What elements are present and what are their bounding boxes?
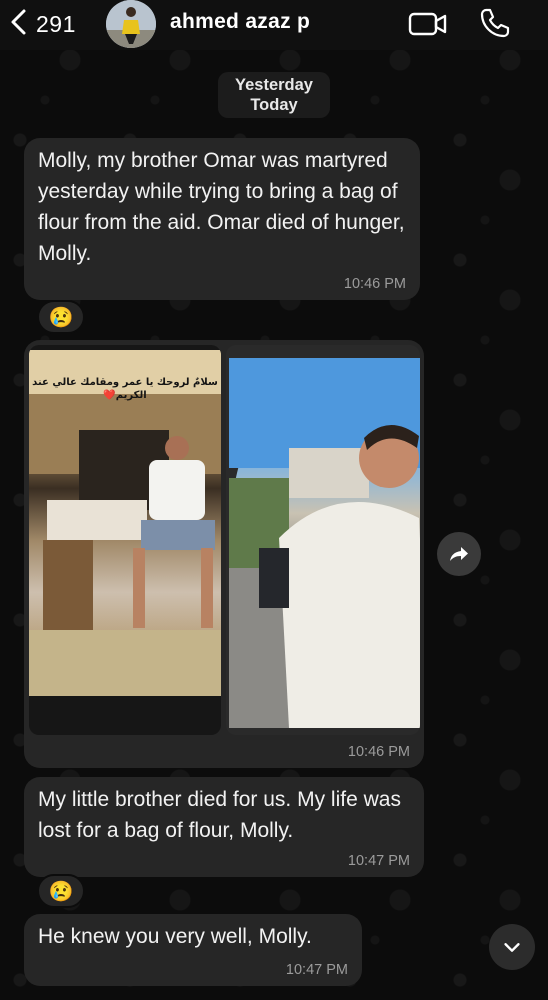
story-photo[interactable]: سلامٌ لروحك يا عمر ومقامك عالي عند الكري…: [29, 345, 221, 735]
voice-call-button[interactable]: [478, 6, 512, 40]
share-button[interactable]: [437, 532, 481, 576]
reaction-badge[interactable]: 😢: [37, 300, 85, 334]
scroll-down-button[interactable]: [489, 924, 535, 970]
chevron-down-icon: [504, 943, 520, 952]
message-time: 10:46 PM: [347, 744, 410, 760]
unread-count: 291: [36, 10, 76, 37]
message-bubble[interactable]: Molly, my brother Omar was martyred yest…: [24, 138, 420, 300]
message-time: 10:46 PM: [343, 276, 406, 292]
video-call-button[interactable]: [408, 8, 448, 38]
message-bubble[interactable]: My little brother died for us. My life w…: [24, 777, 424, 877]
message-text: Molly, my brother Omar was martyred yest…: [38, 149, 405, 265]
photo-man-sitting: سلامٌ لروحك يا عمر ومقامك عالي عند الكري…: [29, 350, 221, 696]
message-bubble[interactable]: He knew you very well, Molly. 10:47 PM: [24, 914, 362, 986]
date-today: Today: [250, 96, 298, 114]
story-caption: سلامٌ لروحك يا عمر ومقامك عالي عند الكري…: [32, 377, 218, 401]
date-yesterday: Yesterday: [235, 76, 313, 94]
portrait-photo[interactable]: [226, 345, 420, 735]
chevron-left-icon: [8, 8, 30, 41]
message-time: 10:47 PM: [347, 853, 410, 869]
image-message-bubble[interactable]: سلامٌ لروحك يا عمر ومقامك عالي عند الكري…: [24, 340, 424, 768]
avatar[interactable]: [106, 0, 156, 48]
date-separator: Yesterday Today: [218, 72, 330, 118]
chat-header: 291 ahmed azaz p: [0, 0, 548, 50]
message-text: My little brother died for us. My life w…: [38, 788, 401, 842]
reaction-badge[interactable]: 😢: [37, 874, 85, 908]
crying-face-icon: 😢: [48, 306, 74, 329]
video-camera-icon: [408, 12, 447, 36]
back-button[interactable]: 291: [8, 8, 76, 40]
phone-icon: [480, 8, 510, 38]
message-time: 10:47 PM: [285, 962, 348, 978]
photo-man-smiling: [229, 358, 420, 728]
share-arrow-icon: [450, 547, 468, 561]
message-text: He knew you very well, Molly.: [38, 925, 312, 948]
contact-name[interactable]: ahmed azaz p: [170, 10, 310, 34]
crying-face-icon: 😢: [48, 880, 74, 903]
